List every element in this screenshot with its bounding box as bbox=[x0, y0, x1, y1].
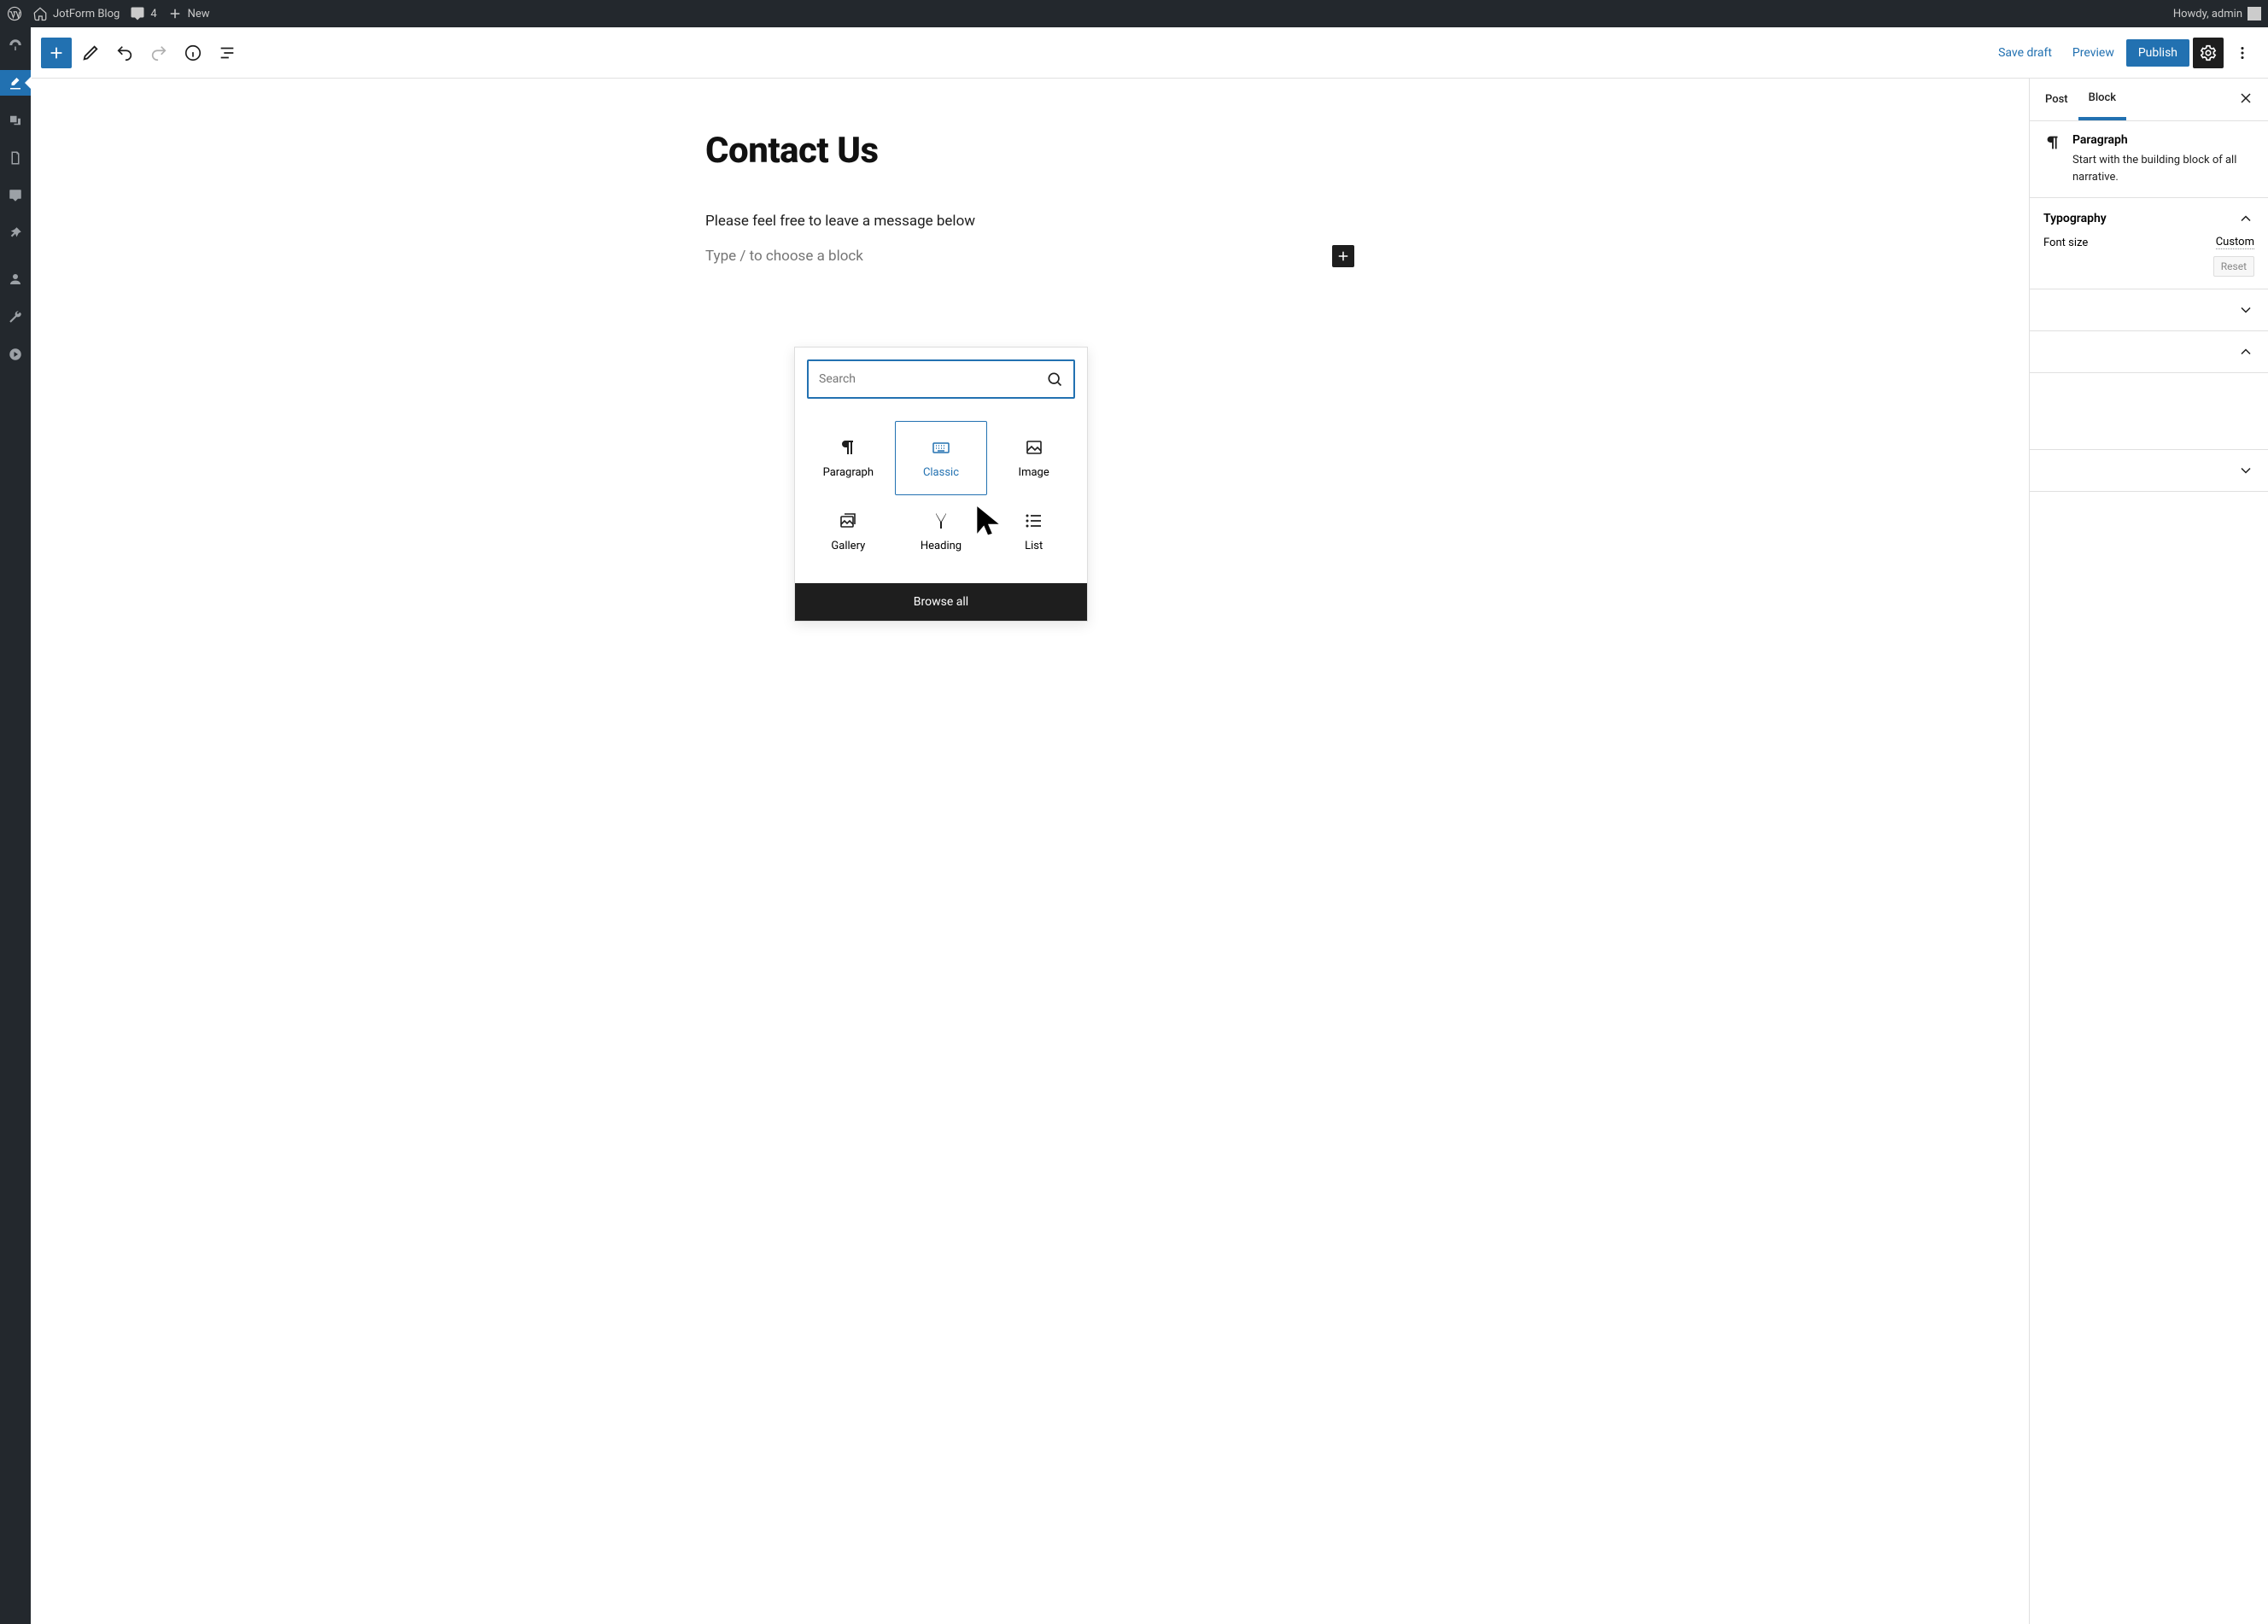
user-greeting[interactable]: Howdy, admin bbox=[2173, 7, 2261, 20]
keyboard-icon bbox=[931, 437, 951, 458]
comments-link[interactable]: 4 bbox=[130, 6, 156, 21]
wordpress-logo-icon[interactable] bbox=[7, 6, 22, 21]
editor-canvas: Contact Us Please feel free to leave a m… bbox=[671, 79, 1388, 318]
users-icon[interactable] bbox=[0, 266, 31, 292]
collapse-icon[interactable] bbox=[0, 342, 31, 367]
new-content-link[interactable]: New bbox=[167, 6, 210, 21]
chevron-up-icon bbox=[2237, 343, 2254, 360]
dashboard-icon[interactable] bbox=[0, 32, 31, 58]
font-size-label: Font size bbox=[2043, 237, 2088, 249]
collapsed-panel-3[interactable] bbox=[2043, 462, 2254, 479]
new-label: New bbox=[188, 8, 210, 20]
block-inserter-button[interactable] bbox=[41, 38, 72, 68]
site-name: JotForm Blog bbox=[53, 8, 120, 20]
edit-mode-button[interactable] bbox=[75, 38, 106, 68]
browse-all-button[interactable]: Browse all bbox=[795, 583, 1087, 621]
save-draft-link[interactable]: Save draft bbox=[1990, 46, 2060, 60]
pages-icon[interactable] bbox=[0, 145, 31, 171]
collapsed-panel-2[interactable] bbox=[2043, 343, 2254, 360]
info-button[interactable] bbox=[178, 38, 208, 68]
editor-toolbar: Save draft Preview Publish bbox=[31, 27, 2268, 79]
undo-button[interactable] bbox=[109, 38, 140, 68]
publish-button[interactable]: Publish bbox=[2126, 39, 2189, 67]
heading-icon bbox=[931, 511, 951, 531]
cursor-icon bbox=[972, 504, 1004, 536]
site-home-link[interactable]: JotForm Blog bbox=[32, 6, 120, 21]
page-title[interactable]: Contact Us bbox=[705, 130, 1354, 172]
collapsed-panel-1[interactable] bbox=[2043, 301, 2254, 318]
inserter-item-paragraph[interactable]: Paragraph bbox=[802, 421, 895, 495]
gallery-icon bbox=[838, 511, 858, 531]
close-inspector-button[interactable] bbox=[2237, 90, 2254, 110]
chevron-down-icon bbox=[2237, 462, 2254, 479]
admin-menu bbox=[0, 27, 31, 1624]
inserter-item-gallery[interactable]: Gallery bbox=[802, 495, 895, 568]
paragraph-icon bbox=[838, 437, 858, 458]
block-search-input[interactable] bbox=[807, 359, 1075, 399]
chevron-up-icon bbox=[2237, 210, 2254, 227]
posts-icon[interactable] bbox=[0, 70, 31, 96]
preview-link[interactable]: Preview bbox=[2064, 46, 2123, 60]
block-name: Paragraph bbox=[2072, 133, 2254, 147]
chevron-down-icon bbox=[2237, 301, 2254, 318]
inspector-sidebar: Post Block Paragraph Start with the buil… bbox=[2029, 79, 2268, 1624]
paragraph-block[interactable]: Please feel free to leave a message belo… bbox=[705, 213, 1354, 230]
block-placeholder[interactable]: Type / to choose a block bbox=[705, 248, 863, 265]
inserter-item-image[interactable]: Image bbox=[987, 421, 1080, 495]
block-description: Start with the building block of all nar… bbox=[2072, 152, 2254, 185]
list-icon bbox=[1024, 511, 1044, 531]
image-icon bbox=[1024, 437, 1044, 458]
inserter-item-classic[interactable]: Classic bbox=[895, 421, 988, 495]
tab-post[interactable]: Post bbox=[2035, 79, 2078, 120]
typography-panel-toggle[interactable]: Typography bbox=[2043, 210, 2254, 227]
avatar bbox=[2248, 7, 2261, 20]
pin-icon[interactable] bbox=[0, 220, 31, 246]
search-icon bbox=[1046, 371, 1063, 388]
admin-bar: JotForm Blog 4 New Howdy, admin bbox=[0, 0, 2268, 27]
custom-font-size-link[interactable]: Custom bbox=[2216, 236, 2254, 249]
inline-inserter-button[interactable] bbox=[1332, 245, 1354, 267]
more-options-button[interactable] bbox=[2227, 38, 2258, 68]
paragraph-icon bbox=[2043, 133, 2062, 152]
outline-button[interactable] bbox=[212, 38, 243, 68]
tab-block[interactable]: Block bbox=[2078, 79, 2126, 120]
media-icon[interactable] bbox=[0, 108, 31, 133]
comments-count: 4 bbox=[150, 8, 156, 20]
redo-button[interactable] bbox=[143, 38, 174, 68]
block-inserter-popup: Paragraph Classic Image Gallery bbox=[794, 347, 1088, 622]
reset-button[interactable]: Reset bbox=[2213, 256, 2254, 277]
comments-icon[interactable] bbox=[0, 183, 31, 208]
settings-button[interactable] bbox=[2193, 38, 2224, 68]
tools-icon[interactable] bbox=[0, 304, 31, 330]
